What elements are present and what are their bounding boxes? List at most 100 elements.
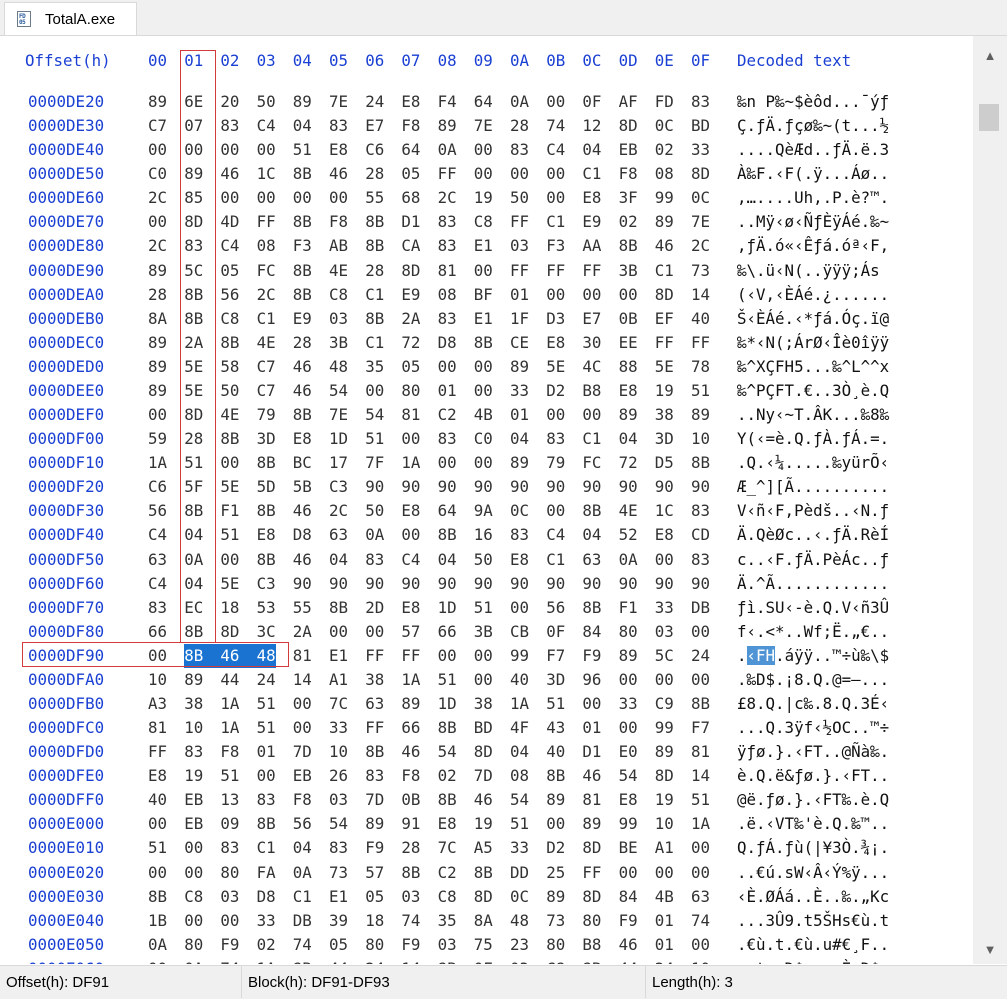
hex-byte[interactable]: 00 <box>365 379 384 403</box>
hex-byte[interactable]: 89 <box>655 210 674 234</box>
hex-byte[interactable]: 90 <box>655 475 674 499</box>
hex-byte[interactable]: 07 <box>184 114 203 138</box>
hex-byte[interactable]: 54 <box>510 788 529 812</box>
hex-byte[interactable]: 2C <box>148 186 167 210</box>
hex-byte[interactable]: 83 <box>438 307 457 331</box>
hex-byte[interactable]: 90 <box>365 572 384 596</box>
hex-byte[interactable]: 89 <box>293 90 312 114</box>
hex-byte[interactable]: 00 <box>220 548 239 572</box>
hex-byte[interactable]: 89 <box>184 668 203 692</box>
hex-byte[interactable]: 99 <box>619 812 638 836</box>
hex-byte[interactable]: 5C <box>184 259 203 283</box>
hex-byte[interactable]: 88 <box>619 355 638 379</box>
hex-byte[interactable]: 24 <box>655 957 674 964</box>
hex-byte[interactable]: 01 <box>655 909 674 933</box>
decoded-text[interactable]: c..‹F.ƒÄ.PèÁc..ƒ <box>737 548 889 572</box>
row-offset[interactable]: 0000DEB0 <box>28 307 104 331</box>
decoded-text[interactable]: è.Q.ë&ƒø.}.‹FT.. <box>737 764 889 788</box>
hex-byte[interactable]: BC <box>293 451 312 475</box>
hex-byte[interactable]: 04 <box>293 114 312 138</box>
hex-byte[interactable]: 80 <box>546 933 565 957</box>
hex-byte[interactable]: 83 <box>329 114 348 138</box>
row-offset[interactable]: 0000DE30 <box>28 114 104 138</box>
hex-byte[interactable]: 00 <box>691 861 710 885</box>
hex-byte[interactable]: 84 <box>582 620 601 644</box>
hex-byte[interactable]: 2C <box>691 234 710 258</box>
hex-byte[interactable]: 46 <box>474 788 493 812</box>
hex-byte[interactable]: 83 <box>365 764 384 788</box>
hex-byte[interactable]: C4 <box>257 114 276 138</box>
hex-byte[interactable]: 18 <box>220 596 239 620</box>
row-offset[interactable]: 0000DFB0 <box>28 692 104 716</box>
row-offset[interactable]: 0000E060 <box>28 957 104 964</box>
hex-byte[interactable]: 74 <box>546 114 565 138</box>
hex-byte[interactable]: 0F <box>546 620 565 644</box>
hex-byte[interactable]: 83 <box>438 234 457 258</box>
hex-byte[interactable]: 10 <box>184 716 203 740</box>
hex-byte[interactable]: FD <box>655 90 674 114</box>
row-offset[interactable]: 0000DE80 <box>28 234 104 258</box>
hex-byte[interactable]: 03 <box>329 307 348 331</box>
hex-byte[interactable]: 50 <box>220 379 239 403</box>
hex-byte[interactable]: 38 <box>474 692 493 716</box>
hex-byte[interactable]: 00 <box>148 644 167 668</box>
hex-byte[interactable]: 8B <box>257 548 276 572</box>
hex-byte[interactable]: 72 <box>619 451 638 475</box>
hex-byte[interactable]: 08 <box>438 283 457 307</box>
hex-byte[interactable]: CB <box>510 620 529 644</box>
hex-byte[interactable]: 81 <box>582 788 601 812</box>
hex-byte[interactable]: 79 <box>546 451 565 475</box>
hex-byte[interactable]: 00 <box>438 644 457 668</box>
hex-byte[interactable]: 00 <box>474 644 493 668</box>
hex-byte[interactable]: 54 <box>329 812 348 836</box>
hex-byte[interactable]: 33 <box>619 692 638 716</box>
hex-byte[interactable]: 55 <box>365 186 384 210</box>
hex-byte[interactable]: 2A <box>293 620 312 644</box>
hex-byte[interactable]: 00 <box>184 836 203 860</box>
hex-byte[interactable]: 08 <box>257 234 276 258</box>
hex-byte[interactable]: 20 <box>220 90 239 114</box>
hex-byte[interactable]: 00 <box>401 427 420 451</box>
hex-byte[interactable]: B8 <box>582 933 601 957</box>
hex-byte[interactable]: E9 <box>293 307 312 331</box>
hex-byte[interactable]: 0C <box>510 885 529 909</box>
decoded-text[interactable]: ‰n P‰~$èôd...¯ýƒ <box>737 90 889 114</box>
decoded-text[interactable]: ‹È.ØÁá..È..‰.„Kc <box>737 885 889 909</box>
hex-byte[interactable]: 64 <box>401 138 420 162</box>
hex-byte[interactable]: 33 <box>691 138 710 162</box>
hex-byte[interactable]: 00 <box>619 668 638 692</box>
hex-byte[interactable]: E8 <box>582 186 601 210</box>
hex-byte[interactable]: 63 <box>582 548 601 572</box>
hex-byte[interactable]: 1A <box>148 451 167 475</box>
hex-byte[interactable]: 8B <box>329 596 348 620</box>
hex-byte[interactable]: 8B <box>293 957 312 964</box>
hex-byte[interactable]: 80 <box>365 933 384 957</box>
hex-byte[interactable]: 57 <box>365 861 384 885</box>
hex-byte[interactable]: 51 <box>184 451 203 475</box>
row-offset[interactable]: 0000DE90 <box>28 259 104 283</box>
hex-byte[interactable]: 05 <box>401 355 420 379</box>
hex-byte[interactable]: 00 <box>438 355 457 379</box>
hex-byte[interactable]: 89 <box>401 692 420 716</box>
hex-byte[interactable]: 90 <box>582 572 601 596</box>
hex-byte[interactable]: 83 <box>510 138 529 162</box>
hex-byte[interactable]: 28 <box>184 427 203 451</box>
hex-byte[interactable]: E8 <box>438 812 457 836</box>
hex-byte[interactable]: 1D <box>438 692 457 716</box>
hex-byte[interactable]: 02 <box>257 933 276 957</box>
hex-byte[interactable]: 1F <box>510 307 529 331</box>
hex-byte[interactable]: 00 <box>619 716 638 740</box>
hex-byte[interactable]: 35 <box>365 355 384 379</box>
hex-byte[interactable]: 51 <box>293 138 312 162</box>
hex-byte[interactable]: 7D <box>365 788 384 812</box>
hex-byte[interactable]: 90 <box>401 475 420 499</box>
hex-byte[interactable]: 74 <box>401 909 420 933</box>
hex-byte[interactable]: 38 <box>184 692 203 716</box>
hex-byte[interactable]: 90 <box>474 475 493 499</box>
hex-byte[interactable]: 03 <box>220 885 239 909</box>
hex-byte[interactable]: EB <box>619 138 638 162</box>
decoded-text[interactable]: .‰D$.¡8.Q.@=–... <box>737 668 889 692</box>
hex-byte[interactable]: 84 <box>619 885 638 909</box>
hex-byte[interactable]: 00 <box>474 259 493 283</box>
hex-byte[interactable]: E8 <box>257 523 276 547</box>
